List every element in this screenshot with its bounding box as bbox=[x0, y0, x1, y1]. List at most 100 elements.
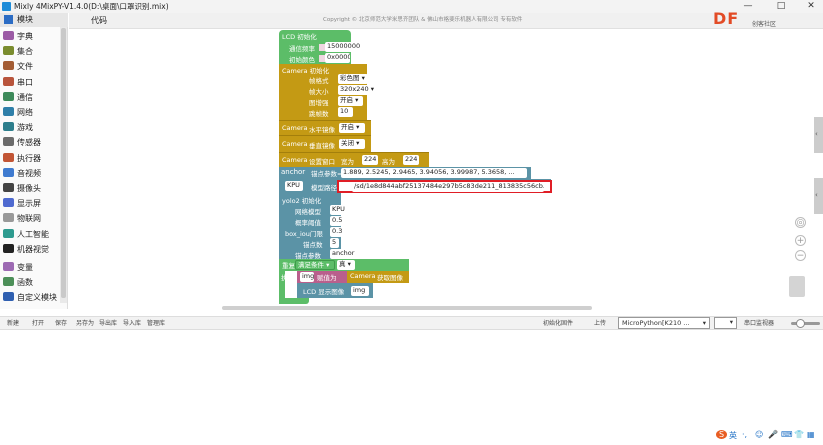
lcd-init-title: LCD 初始化 bbox=[282, 33, 317, 41]
yolo-net-field[interactable]: KPU bbox=[330, 205, 348, 215]
sidebar-item-2[interactable]: 文件 bbox=[0, 59, 60, 74]
vflip-value: 关闭 bbox=[341, 139, 354, 147]
repeat-mode-dropdown[interactable]: 满足条件 ▾ bbox=[295, 260, 335, 270]
ime-icon[interactable]: 英 bbox=[729, 430, 737, 441]
sidebar-item-9[interactable]: 音视频 bbox=[0, 166, 60, 181]
vflip-dropdown[interactable]: 关闭 ▾ bbox=[339, 139, 365, 149]
kpu-path-label: 模型路径 bbox=[311, 184, 337, 192]
camera-size-value: 320x240 bbox=[340, 85, 369, 93]
camera-snapshot-block[interactable]: Camera 获取图像 bbox=[347, 271, 409, 283]
port-select[interactable]: ▾ bbox=[714, 317, 737, 329]
sidebar-item-3[interactable]: 串口 bbox=[0, 75, 60, 90]
camera-size-dropdown[interactable]: 320x240 ▾ bbox=[338, 85, 374, 95]
manage-lib-button[interactable]: 管理库 bbox=[147, 318, 165, 327]
camera-vflip-block[interactable]: Camera 垂直镜像 关闭 ▾ bbox=[279, 135, 371, 152]
new-button[interactable]: 新建 bbox=[7, 318, 19, 327]
export-lib-button[interactable]: 导出库 bbox=[99, 318, 117, 327]
sidebar-item-0[interactable]: 字典 bbox=[0, 29, 60, 44]
init-firmware-button[interactable]: 初始化固件 bbox=[543, 318, 573, 327]
sidebar-item-16[interactable]: 函数 bbox=[0, 275, 60, 290]
kpu-var-field[interactable]: KPU bbox=[285, 181, 303, 191]
yolo2-init-block[interactable]: yolo2 初始化 网络模型 KPU 概率阈值 0.5 box_iou门限 0.… bbox=[279, 193, 356, 263]
sidebar-item-10[interactable]: 摄像头 bbox=[0, 181, 60, 196]
model-path-field[interactable]: /sd/1e8d844abf25137484e297b5c83de211_813… bbox=[352, 182, 544, 192]
zoom-out-icon[interactable]: − bbox=[795, 250, 806, 261]
repeat-condition-dropdown[interactable]: 真 ▾ bbox=[337, 260, 355, 270]
lcd-color-field[interactable]: 0x0000 bbox=[325, 53, 350, 63]
sidebar-item-6[interactable]: 游戏 bbox=[0, 120, 60, 135]
lcd-display-block[interactable]: LCD 显示图像 img bbox=[297, 283, 373, 298]
import-lib-button[interactable]: 导入库 bbox=[123, 318, 141, 327]
ime-icon[interactable]: 👕 bbox=[794, 430, 804, 439]
lcd-display-img-field[interactable]: img bbox=[351, 286, 369, 296]
chevron-down-icon: ▾ bbox=[729, 318, 733, 326]
save-button[interactable]: 保存 bbox=[55, 318, 67, 327]
tab-code[interactable]: 代码 bbox=[80, 14, 118, 28]
window-width-field[interactable]: 224 bbox=[362, 155, 378, 165]
yolo-prob-field[interactable]: 0.5 bbox=[330, 216, 342, 226]
sidebar-item-5[interactable]: 网络 bbox=[0, 105, 60, 120]
center-icon[interactable]: ◎ bbox=[795, 217, 806, 228]
camera-init-block[interactable]: Camera 初始化 帧格式 彩色图 ▾ 帧大小 320x240 ▾ 图增强 开… bbox=[279, 64, 374, 120]
output-console[interactable] bbox=[0, 331, 823, 445]
ime-icon[interactable]: ⌨ bbox=[781, 430, 793, 439]
sidebar-item-12[interactable]: 物联网 bbox=[0, 211, 60, 226]
zoom-in-icon[interactable]: + bbox=[795, 235, 806, 246]
hmirror-dropdown[interactable]: 开启 ▾ bbox=[339, 123, 365, 133]
ime-icon[interactable]: ·, bbox=[742, 430, 747, 439]
anchor-block[interactable]: anchor 锚点参数= 1.889, 2.5245, 2.9465, 3.94… bbox=[279, 167, 531, 179]
chevron-down-icon: ▾ bbox=[702, 319, 706, 327]
copyright-text: Copyright © 北京师范大学米思齐团队 & 佛山市格斐乐机器人有限公司 … bbox=[323, 17, 523, 23]
sidebar-item-15[interactable]: 变量 bbox=[0, 260, 60, 275]
camera-skip-field[interactable]: 10 bbox=[338, 107, 353, 117]
yolo-anchor-num-field[interactable]: 5 bbox=[330, 238, 339, 248]
ime-icon[interactable]: S bbox=[716, 430, 727, 439]
category-scrollbar-thumb[interactable] bbox=[61, 28, 66, 298]
camera-flip-dropdown[interactable]: 开启 ▾ bbox=[338, 96, 363, 106]
right-panel-toggle-2[interactable]: ‹ bbox=[814, 178, 823, 214]
df-logo-subtitle: 创客社区 bbox=[752, 21, 777, 28]
sidebar-item-13[interactable]: 人工智能 bbox=[0, 227, 60, 242]
sidebar-item-label: 游戏 bbox=[17, 123, 33, 133]
right-panel-toggle[interactable]: ‹ bbox=[814, 117, 823, 153]
workspace-scrollbar[interactable] bbox=[222, 306, 592, 310]
sidebar-item-11[interactable]: 显示屏 bbox=[0, 196, 60, 211]
close-button[interactable]: ✕ bbox=[800, 0, 822, 13]
hmirror-value: 开启 bbox=[341, 123, 354, 131]
assign-var-field[interactable]: img bbox=[300, 272, 314, 282]
zoom-slider-knob[interactable] bbox=[796, 319, 805, 328]
serial-monitor-button[interactable]: 串口监视器 bbox=[744, 318, 774, 327]
sidebar-item-17[interactable]: 自定义模块 bbox=[0, 290, 60, 305]
lcd-freq-field[interactable]: 15000000 bbox=[325, 42, 363, 52]
sidebar-item-label: 网络 bbox=[17, 108, 33, 117]
trash-icon[interactable] bbox=[789, 276, 805, 297]
minimize-button[interactable]: — bbox=[737, 0, 759, 13]
window-height-field[interactable]: 224 bbox=[403, 155, 419, 165]
snapshot-prefix: Camera bbox=[350, 272, 376, 280]
sidebar-item-8[interactable]: 执行器 bbox=[0, 151, 60, 166]
camera-window-block[interactable]: Camera 设置窗口 宽为 224 高为 224 bbox=[279, 152, 429, 167]
open-button[interactable]: 打开 bbox=[32, 318, 44, 327]
sidebar-item-label: 文件 bbox=[17, 62, 33, 72]
block-workspace[interactable]: LCD 初始化 通信频率 15000000 初始颜色 0x0000 Camera… bbox=[69, 30, 823, 310]
camera-format-dropdown[interactable]: 彩色图 ▾ bbox=[338, 74, 368, 84]
device-select[interactable]: MicroPython[K210 ... ▾ bbox=[618, 317, 710, 329]
category-icon bbox=[3, 262, 14, 271]
ime-icon[interactable]: ▦ bbox=[807, 430, 815, 439]
upload-button[interactable]: 上传 bbox=[594, 318, 606, 327]
sidebar-item-14[interactable]: 机器视觉 bbox=[0, 242, 60, 257]
sidebar-item-7[interactable]: 传感器 bbox=[0, 135, 60, 150]
save-as-button[interactable]: 另存为 bbox=[76, 318, 94, 327]
sidebar-item-1[interactable]: 集合 bbox=[0, 44, 60, 59]
yolo-iou-field[interactable]: 0.3 bbox=[330, 227, 342, 237]
camera-hmirror-block[interactable]: Camera 水平镜像 开启 ▾ bbox=[279, 120, 371, 135]
lcd-init-block[interactable]: LCD 初始化 通信频率 15000000 初始颜色 0x0000 bbox=[279, 30, 363, 64]
sidebar-item-4[interactable]: 通信 bbox=[0, 90, 60, 105]
maximize-button[interactable]: □ bbox=[770, 0, 792, 13]
yolo-anchor-field[interactable]: anchor bbox=[330, 249, 356, 259]
anchor-values-field[interactable]: 1.889, 2.5245, 2.9465, 3.94056, 3.99987,… bbox=[341, 168, 527, 178]
ime-icon[interactable]: ☺ bbox=[755, 430, 763, 439]
sidebar-item-label: 摄像头 bbox=[17, 184, 41, 193]
ime-icon[interactable]: 🎤 bbox=[768, 430, 778, 439]
repeat-loop-block[interactable]: 重复 满足条件 ▾ 真 ▾ bbox=[279, 259, 409, 271]
